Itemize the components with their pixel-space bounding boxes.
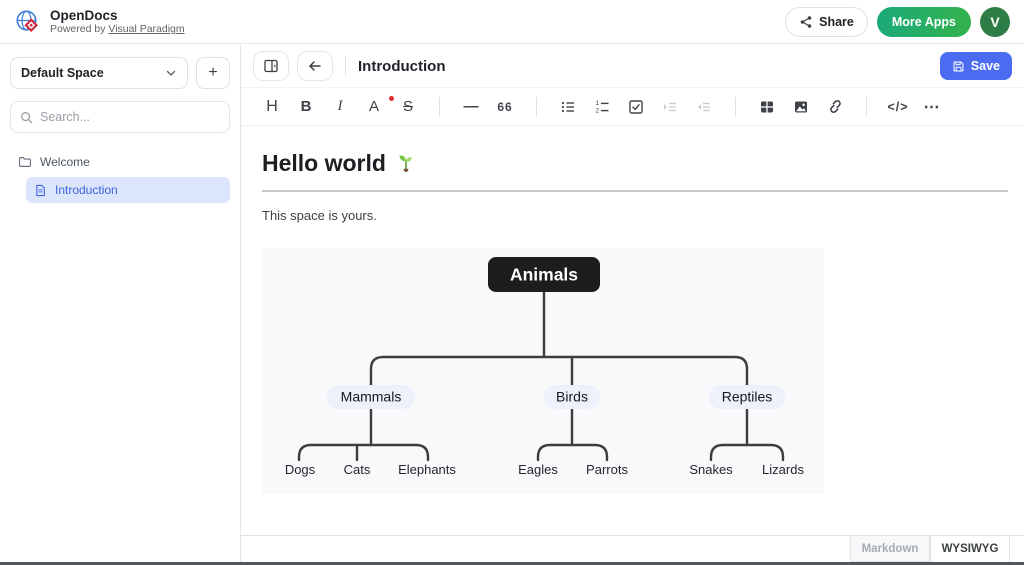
bold-button[interactable]: B (291, 93, 321, 121)
tree-item-label: Welcome (40, 155, 90, 169)
tab-markdown[interactable]: Markdown (850, 536, 930, 562)
header-actions: Share More Apps V (785, 7, 1010, 37)
search-icon (20, 111, 33, 124)
seedling-emoji-icon (395, 152, 417, 176)
tree-item-introduction[interactable]: Introduction (26, 177, 230, 203)
document-heading: Hello world (262, 150, 1008, 192)
bullet-list-icon (560, 99, 576, 115)
link-icon (827, 98, 844, 115)
sidebar: Default Space + Welcome (0, 45, 241, 562)
page-tree: Welcome Introduction (10, 149, 230, 203)
italic-button[interactable]: I (325, 93, 355, 121)
diagram-node-birds-label: Birds (556, 389, 588, 405)
search-input[interactable] (40, 110, 220, 124)
bullet-list-button[interactable] (553, 93, 583, 121)
ordered-list-icon: 1 2 (594, 99, 610, 115)
visual-paradigm-link[interactable]: Visual Paradigm (108, 23, 184, 35)
table-icon (759, 99, 775, 115)
image-button[interactable] (786, 93, 816, 121)
document-heading-text: Hello world (262, 150, 386, 177)
space-row: Default Space + (10, 57, 230, 89)
save-button[interactable]: Save (940, 52, 1012, 80)
folder-icon (18, 155, 32, 169)
diagram-leaf-lizards: Lizards (762, 462, 804, 477)
toggle-sidebar-button[interactable] (253, 51, 289, 81)
diagram-leaf-elephants: Elephants (398, 462, 456, 477)
font-color-button[interactable]: A (359, 93, 389, 121)
image-icon (793, 99, 809, 115)
table-button[interactable] (752, 93, 782, 121)
blockquote-button[interactable]: 66 (490, 93, 520, 121)
toolbar-divider (735, 97, 736, 117)
editor-footer: Markdown WYSIWYG (241, 535, 1024, 562)
share-icon (799, 15, 813, 29)
ordered-list-button[interactable]: 1 2 (587, 93, 617, 121)
task-list-icon (628, 99, 644, 115)
more-apps-button[interactable]: More Apps (877, 7, 971, 37)
diagram-node-mammals-label: Mammals (341, 389, 402, 405)
sidebar-toggle-icon (263, 58, 279, 74)
share-button[interactable]: Share (785, 7, 868, 37)
editor-main: Introduction Save H B I A S — 66 (241, 45, 1024, 562)
powered-by-text: Powered by Visual Paradigm (50, 23, 185, 35)
diagram-leaf-dogs: Dogs (285, 462, 316, 477)
back-arrow-icon (307, 58, 323, 74)
tree-item-welcome[interactable]: Welcome (10, 149, 230, 175)
document-paragraph: This space is yours. (262, 208, 1008, 223)
strikethrough-button[interactable]: S (393, 93, 423, 121)
document-titlebar: Introduction Save (241, 45, 1024, 88)
chevron-down-icon (165, 67, 177, 79)
diagram-node-reptiles-label: Reptiles (722, 389, 773, 405)
space-selector-value: Default Space (21, 66, 104, 80)
top-header: OpenDocs Powered by Visual Paradigm Shar… (0, 0, 1024, 44)
diagram-leaf-cats: Cats (344, 462, 371, 477)
search-box (10, 101, 230, 133)
toolbar-divider (439, 97, 440, 117)
formatting-toolbar: H B I A S — 66 1 2 (241, 88, 1024, 126)
diagram-leaf-parrots: Parrots (586, 462, 628, 477)
indent-button[interactable] (655, 93, 685, 121)
titlebar-divider (345, 56, 346, 76)
tab-wysiwyg[interactable]: WYSIWYG (930, 536, 1010, 562)
brand-text: OpenDocs Powered by Visual Paradigm (50, 8, 185, 36)
outdent-icon (696, 99, 712, 115)
heading-button[interactable]: H (257, 93, 287, 121)
horizontal-rule-button[interactable]: — (456, 93, 486, 121)
diagram-leaf-snakes: Snakes (689, 462, 733, 477)
app-name: OpenDocs (50, 8, 185, 24)
page-title: Introduction (358, 58, 445, 75)
document-icon (34, 184, 47, 197)
add-space-button[interactable]: + (196, 57, 230, 89)
user-avatar[interactable]: V (980, 7, 1010, 37)
animals-diagram: Animals Mammals Birds Reptiles Dogs Cats… (262, 248, 824, 494)
toolbar-divider (866, 97, 867, 117)
save-icon (952, 60, 965, 73)
animals-tree-svg: Animals Mammals Birds Reptiles Dogs Cats… (262, 248, 824, 494)
share-label: Share (819, 15, 854, 29)
back-button[interactable] (297, 51, 333, 81)
save-label: Save (971, 59, 1000, 73)
outdent-button[interactable] (689, 93, 719, 121)
more-tools-button[interactable]: ⋯ (917, 93, 947, 121)
svg-text:1: 1 (596, 100, 600, 107)
document-content[interactable]: Hello world This space is yours. (241, 126, 1024, 494)
space-selector[interactable]: Default Space (10, 57, 188, 89)
code-button[interactable]: </> (883, 93, 913, 121)
svg-text:2: 2 (596, 107, 600, 114)
brand: OpenDocs Powered by Visual Paradigm (14, 8, 185, 36)
task-list-button[interactable] (621, 93, 651, 121)
diagram-node-animals-label: Animals (510, 265, 578, 285)
diagram-leaf-eagles: Eagles (518, 462, 558, 477)
diagram-connectors (299, 291, 783, 460)
powered-by-prefix: Powered by (50, 23, 105, 35)
indent-icon (662, 99, 678, 115)
opendocs-app: OpenDocs Powered by Visual Paradigm Shar… (0, 0, 1024, 565)
visual-paradigm-logo-icon (14, 8, 42, 36)
link-button[interactable] (820, 93, 850, 121)
toolbar-divider (536, 97, 537, 117)
diagram-leaves: Dogs Cats Elephants Eagles Parrots Snake… (285, 462, 805, 477)
tree-item-label: Introduction (55, 183, 118, 197)
